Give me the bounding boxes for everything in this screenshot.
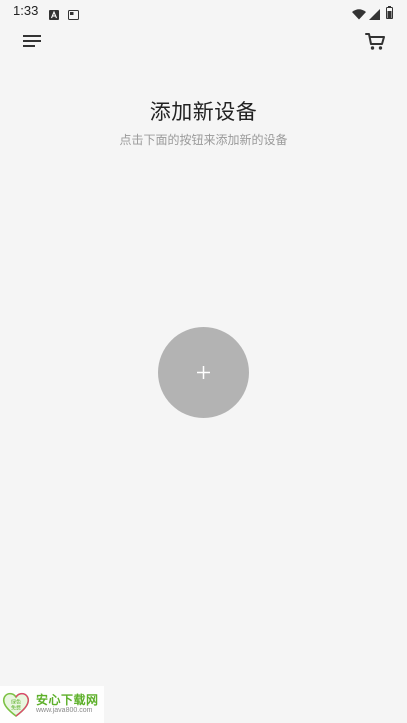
cart-button[interactable]	[362, 28, 388, 54]
page-title: 添加新设备	[149, 100, 258, 124]
screenshot-icon	[68, 5, 79, 20]
status-time: 1:33	[13, 3, 39, 18]
battery-icon	[386, 4, 393, 19]
status-bar: 1:33	[0, 0, 407, 24]
add-device-button[interactable]	[158, 327, 249, 418]
watermark: 绿色 免费 安心下载网 www.java800.com	[0, 686, 104, 723]
menu-button[interactable]	[19, 28, 45, 54]
shopping-cart-icon	[362, 33, 388, 58]
wifi-icon	[352, 5, 366, 20]
svg-text:免费: 免费	[11, 705, 21, 712]
menu-icon	[19, 35, 45, 58]
svg-text:绿色: 绿色	[11, 699, 21, 706]
plus-icon	[197, 366, 210, 379]
watermark-url: www.java800.com	[36, 707, 93, 714]
watermark-name: 安心下载网	[36, 693, 99, 707]
heart-logo-icon: 绿色 免费	[1, 689, 31, 723]
cell-signal-icon	[369, 5, 380, 20]
page-subtitle: 点击下面的按钮来添加新的设备	[119, 133, 288, 147]
accessibility-a-icon	[49, 5, 59, 20]
